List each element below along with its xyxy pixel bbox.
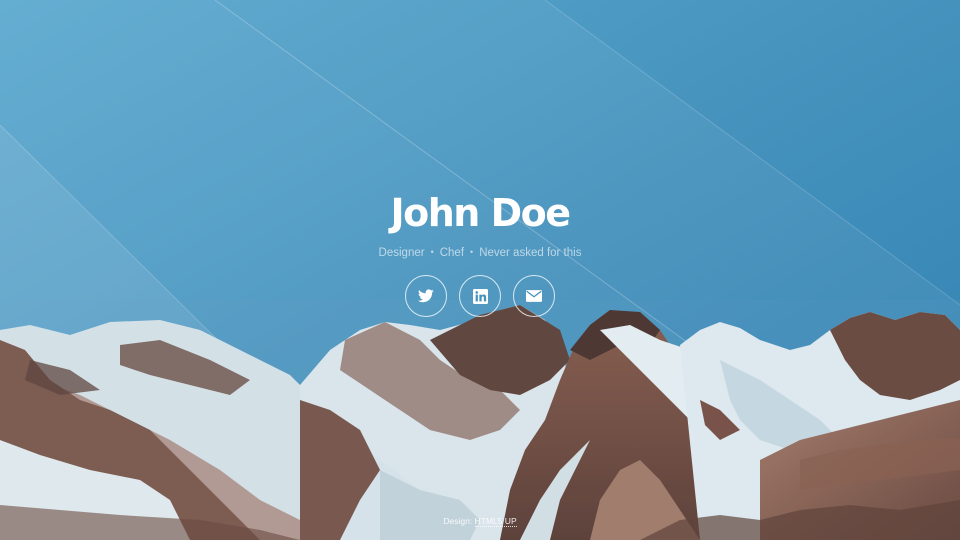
tagline-item-designer: Designer bbox=[378, 247, 425, 259]
tagline-separator: • bbox=[470, 247, 474, 257]
page-title: John Doe bbox=[390, 191, 571, 235]
footer-prefix: Design: bbox=[443, 516, 473, 526]
linkedin-button[interactable] bbox=[459, 275, 501, 317]
footer-credit: Design: HTML5 UP bbox=[0, 515, 960, 527]
social-links bbox=[0, 275, 960, 317]
tagline: Designer • Chef • Never asked for this bbox=[0, 244, 960, 261]
tagline-item-chef: Chef bbox=[439, 247, 465, 259]
hero-content: John Doe Designer • Chef • Never asked for t… bbox=[0, 0, 960, 540]
twitter-icon bbox=[418, 289, 434, 303]
tagline-separator: • bbox=[430, 247, 434, 257]
footer-link-html5up[interactable]: HTML5 UP bbox=[474, 516, 517, 527]
twitter-button[interactable] bbox=[405, 275, 447, 317]
email-button[interactable] bbox=[513, 275, 555, 317]
tagline-item-never-asked: Never asked for this bbox=[479, 247, 582, 259]
page-background: John Doe Designer • Chef • Never asked for t… bbox=[0, 0, 960, 540]
linkedin-icon bbox=[472, 288, 488, 304]
envelope-icon bbox=[526, 290, 542, 302]
